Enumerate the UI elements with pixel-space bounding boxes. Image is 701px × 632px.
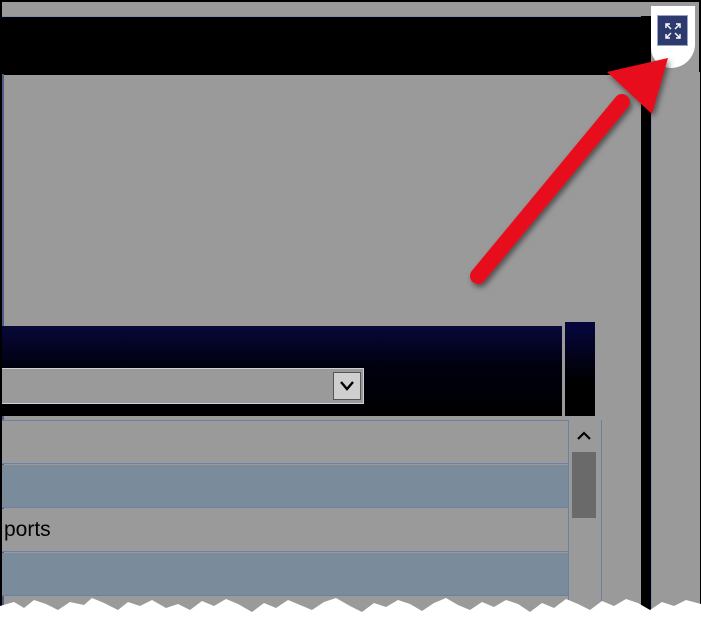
right-divider <box>641 16 651 631</box>
list-item[interactable] <box>2 465 568 508</box>
right-gutter <box>651 72 700 631</box>
scroll-up-button[interactable] <box>572 425 596 447</box>
chevron-up-icon <box>577 431 591 440</box>
title-bar <box>2 16 643 75</box>
panel-header-corner <box>565 322 595 416</box>
dropdown-select[interactable] <box>2 368 364 404</box>
expand-button[interactable] <box>657 15 688 46</box>
chevron-down-icon <box>340 381 354 391</box>
list-item[interactable]: ports <box>2 509 568 552</box>
scrollbar-thumb[interactable] <box>572 452 596 518</box>
expand-icon <box>664 22 681 39</box>
list-item-label: ports <box>4 518 51 541</box>
torn-edge <box>0 598 701 631</box>
dropdown-toggle-button[interactable] <box>333 372 361 400</box>
list-item[interactable] <box>2 421 568 464</box>
